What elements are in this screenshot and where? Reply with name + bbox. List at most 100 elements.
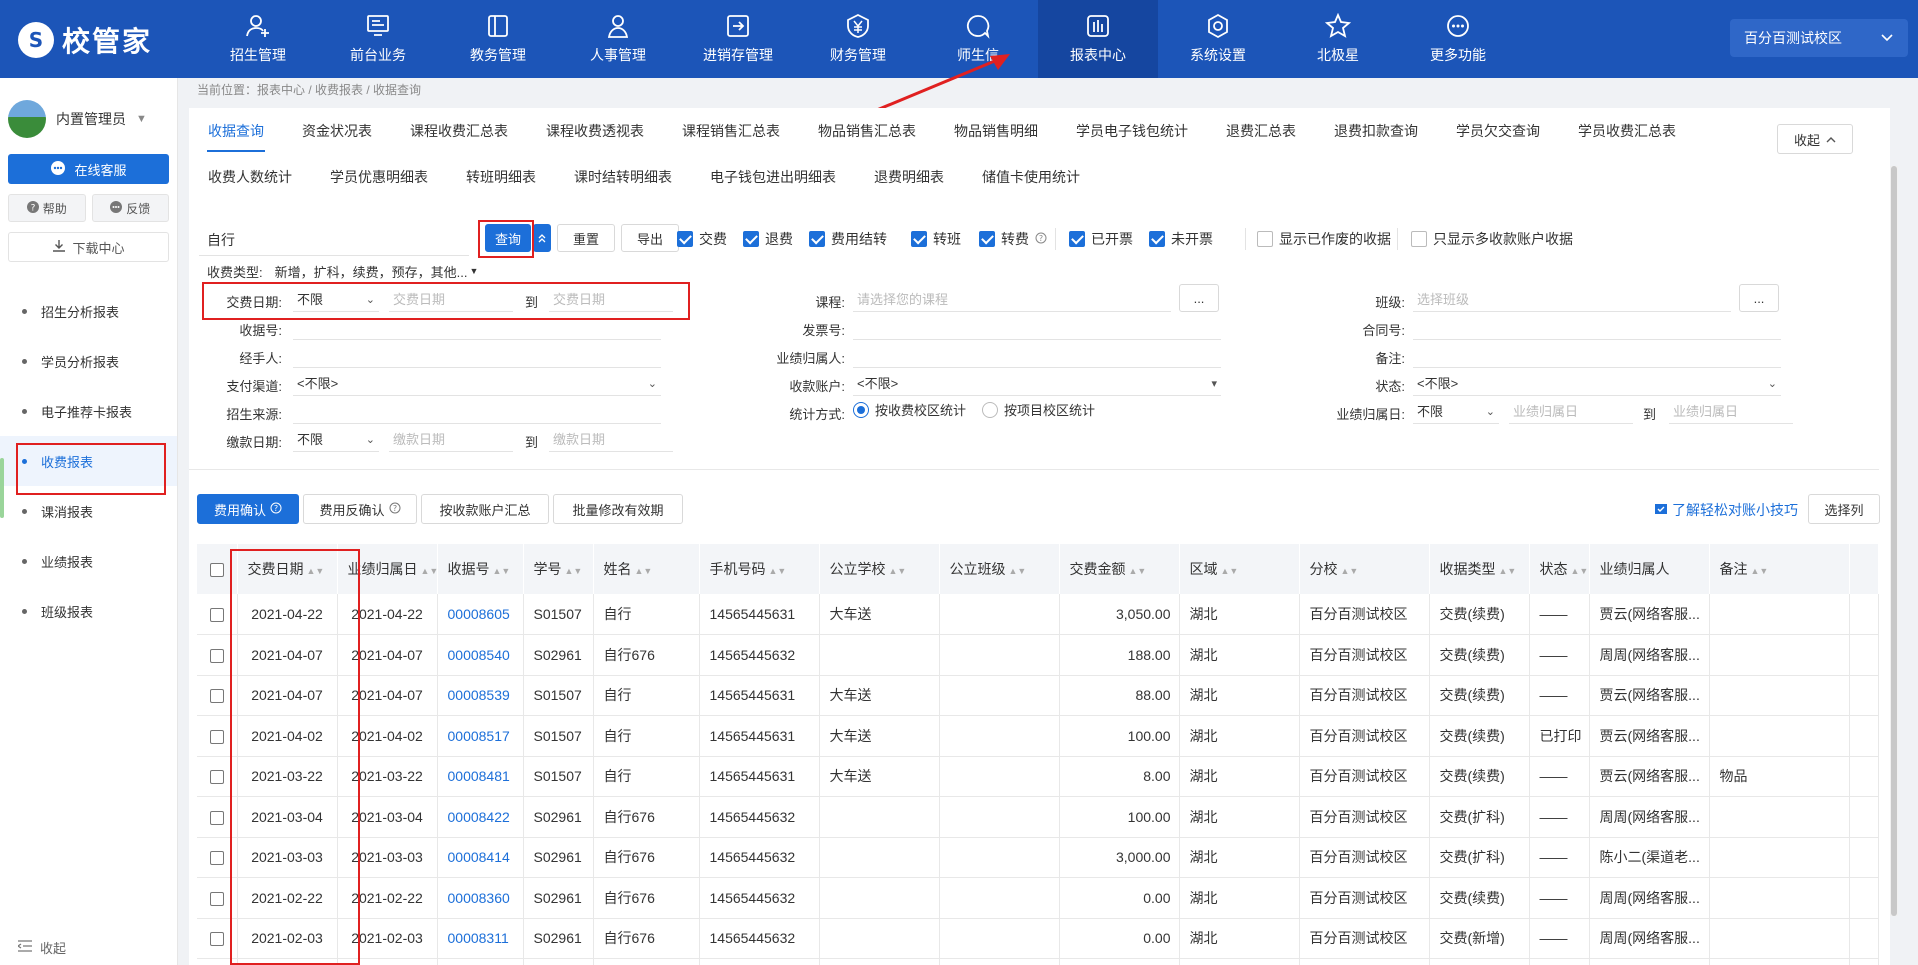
sidebar-item-6[interactable]: 班级报表: [0, 586, 177, 636]
column-header-1[interactable]: 业绩归属日 ▲▼: [337, 544, 439, 594]
tab-tabs_row1-9[interactable]: 退费扣款查询: [1315, 108, 1437, 154]
sort-icon[interactable]: ▲▼: [307, 566, 325, 576]
column-header-11[interactable]: 收据类型 ▲▼: [1429, 544, 1530, 594]
filter-checkbox-0[interactable]: 交费: [677, 229, 727, 249]
sidebar-item-3[interactable]: 收费报表: [0, 436, 177, 486]
handler-input[interactable]: [293, 344, 661, 368]
filter-checkbox-5[interactable]: 已开票: [1069, 229, 1133, 249]
by-account-summary-button[interactable]: 按收款账户汇总: [421, 494, 549, 524]
row-checkbox[interactable]: [209, 891, 224, 906]
account-select[interactable]: <不限> ▾: [853, 372, 1221, 396]
sort-icon[interactable]: ▲▼: [769, 566, 787, 576]
reset-button[interactable]: 重置: [557, 224, 615, 252]
filter-checkbox-6[interactable]: 未开票: [1149, 229, 1213, 249]
row-checkbox[interactable]: [209, 689, 224, 704]
sidebar-item-5[interactable]: 业绩报表: [0, 536, 177, 586]
help-button[interactable]: ? 帮助: [8, 194, 86, 222]
tab-tabs_row1-3[interactable]: 课程收费透视表: [527, 108, 663, 154]
class-picker-button[interactable]: ...: [1739, 284, 1779, 312]
tab-tabs_row1-8[interactable]: 退费汇总表: [1207, 108, 1315, 154]
receipt-no-link[interactable]: 00008422: [448, 809, 510, 825]
tab-tabs_row2-6[interactable]: 储值卡使用统计: [963, 154, 1099, 200]
nav-item-3[interactable]: 人事管理: [558, 0, 678, 78]
receipt-no-input[interactable]: [293, 316, 661, 340]
course-input[interactable]: 请选择您的课程: [853, 288, 1171, 312]
column-header-4[interactable]: 姓名 ▲▼: [593, 544, 700, 594]
sort-icon[interactable]: ▲▼: [565, 566, 583, 576]
sort-icon[interactable]: ▲▼: [1751, 566, 1769, 576]
tab-tabs_row2-2[interactable]: 转班明细表: [447, 154, 555, 200]
row-checkbox[interactable]: [209, 851, 224, 866]
tab-tabs_row2-3[interactable]: 课时结转明细表: [555, 154, 691, 200]
pay-date-mode-select[interactable]: 不限 ⌄: [293, 288, 379, 312]
receipt-no-link[interactable]: 00008414: [448, 849, 510, 865]
status-select[interactable]: <不限> ⌄: [1413, 372, 1781, 396]
sort-icon[interactable]: ▲▼: [421, 566, 439, 576]
row-checkbox[interactable]: [209, 932, 224, 947]
sidebar-item-0[interactable]: 招生分析报表: [0, 286, 177, 336]
nav-item-10[interactable]: 更多功能: [1398, 0, 1518, 78]
column-header-10[interactable]: 分校 ▲▼: [1299, 544, 1430, 594]
nav-item-2[interactable]: 教务管理: [438, 0, 558, 78]
online-service-button[interactable]: 在线客服: [8, 154, 169, 184]
tab-tabs_row1-5[interactable]: 物品销售汇总表: [799, 108, 935, 154]
course-picker-button[interactable]: ...: [1179, 284, 1219, 312]
owner-date-start-input[interactable]: 业绩归属日: [1509, 400, 1633, 424]
sidebar-item-4[interactable]: 课消报表: [0, 486, 177, 536]
table-row[interactable]: 2021-03-22 2021-03-22 00008481 S01507 自行 1456…: [197, 756, 1879, 797]
sort-icon[interactable]: ▲▼: [1499, 566, 1517, 576]
tab-tabs_row1-0[interactable]: 收据查询: [189, 108, 283, 154]
nav-item-7[interactable]: 报表中心: [1038, 0, 1158, 78]
tab-tabs_row1-1[interactable]: 资金状况表: [283, 108, 391, 154]
column-header-3[interactable]: 学号 ▲▼: [523, 544, 594, 594]
expand-filter-button[interactable]: [533, 224, 551, 252]
download-center-button[interactable]: 下载中心: [8, 232, 169, 262]
filter-checkbox-2[interactable]: 费用结转: [809, 229, 887, 249]
nav-item-9[interactable]: 北极星: [1278, 0, 1398, 78]
deposit-date-start-input[interactable]: 缴款日期: [389, 428, 513, 452]
tab-tabs_row1-7[interactable]: 学员电子钱包统计: [1057, 108, 1207, 154]
column-header-2[interactable]: 收据号 ▲▼: [437, 544, 524, 594]
batch-edit-validity-button[interactable]: 批量修改有效期: [553, 494, 683, 524]
tab-tabs_row1-11[interactable]: 学员收费汇总表: [1559, 108, 1695, 154]
select-all-checkbox[interactable]: [209, 563, 224, 578]
receipt-type-filter[interactable]: 收费类型: 新增，扩科，续费，预存，其他... ▼: [197, 258, 478, 284]
sidebar-item-2[interactable]: 电子推荐卡报表: [0, 386, 177, 436]
row-checkbox[interactable]: [209, 810, 224, 825]
nav-item-8[interactable]: 系统设置: [1158, 0, 1278, 78]
filter-checkbox-4[interactable]: 转费?: [979, 229, 1047, 249]
sort-icon[interactable]: ▲▼: [1129, 566, 1147, 576]
stat-by-project-campus-radio[interactable]: 按项目校区统计: [982, 400, 1095, 419]
column-header-7[interactable]: 公立班级 ▲▼: [939, 544, 1060, 594]
receipt-no-link[interactable]: 00008481: [448, 768, 510, 784]
column-header-5[interactable]: 手机号码 ▲▼: [699, 544, 820, 594]
query-button[interactable]: 查询: [485, 224, 531, 252]
filter-checkbox-3[interactable]: 转班: [911, 229, 961, 249]
deposit-date-mode-select[interactable]: 不限 ⌄: [293, 428, 379, 452]
receipt-no-link[interactable]: 00008605: [448, 606, 510, 622]
scroll-thumb[interactable]: [1891, 166, 1897, 916]
row-checkbox[interactable]: [209, 648, 224, 663]
filter-checkbox-1[interactable]: 退费: [743, 229, 793, 249]
column-header-8[interactable]: 交费金额 ▲▼: [1059, 544, 1180, 594]
filter-checkbox-8[interactable]: 只显示多收款账户收据: [1411, 229, 1573, 249]
table-row[interactable]: 2021-04-22 2021-04-22 00008605 S01507 自行 1456…: [197, 594, 1879, 635]
export-button[interactable]: 导出: [621, 224, 679, 252]
receipt-no-link[interactable]: 00008540: [448, 647, 510, 663]
nav-item-4[interactable]: 进销存管理: [678, 0, 798, 78]
app-logo[interactable]: S 校管家: [18, 20, 152, 60]
campus-selector[interactable]: 百分百测试校区: [1730, 19, 1908, 57]
fee-unconfirm-button[interactable]: 费用反确认 ?: [303, 494, 417, 524]
tab-tabs_row1-6[interactable]: 物品销售明细: [935, 108, 1057, 154]
table-row[interactable]: 2021-04-02 2021-04-02 00008517 S01507 自行 1456…: [197, 715, 1879, 757]
sidebar-item-1[interactable]: 学员分析报表: [0, 336, 177, 386]
user-profile[interactable]: 内置管理员 ▼: [0, 78, 177, 146]
table-row[interactable]: 2021-03-03 2021-03-03 00008414 S02961 自行676 1…: [197, 837, 1879, 878]
column-header-14[interactable]: 备注 ▲▼: [1709, 544, 1850, 594]
main-scrollbar[interactable]: [1890, 166, 1898, 916]
owner-date-end-input[interactable]: 业绩归属日: [1669, 400, 1793, 424]
pay-channel-select[interactable]: <不限> ⌄: [293, 372, 661, 396]
sort-icon[interactable]: ▲▼: [889, 566, 907, 576]
contract-input[interactable]: [1413, 316, 1781, 340]
column-header-9[interactable]: 区域 ▲▼: [1179, 544, 1300, 594]
